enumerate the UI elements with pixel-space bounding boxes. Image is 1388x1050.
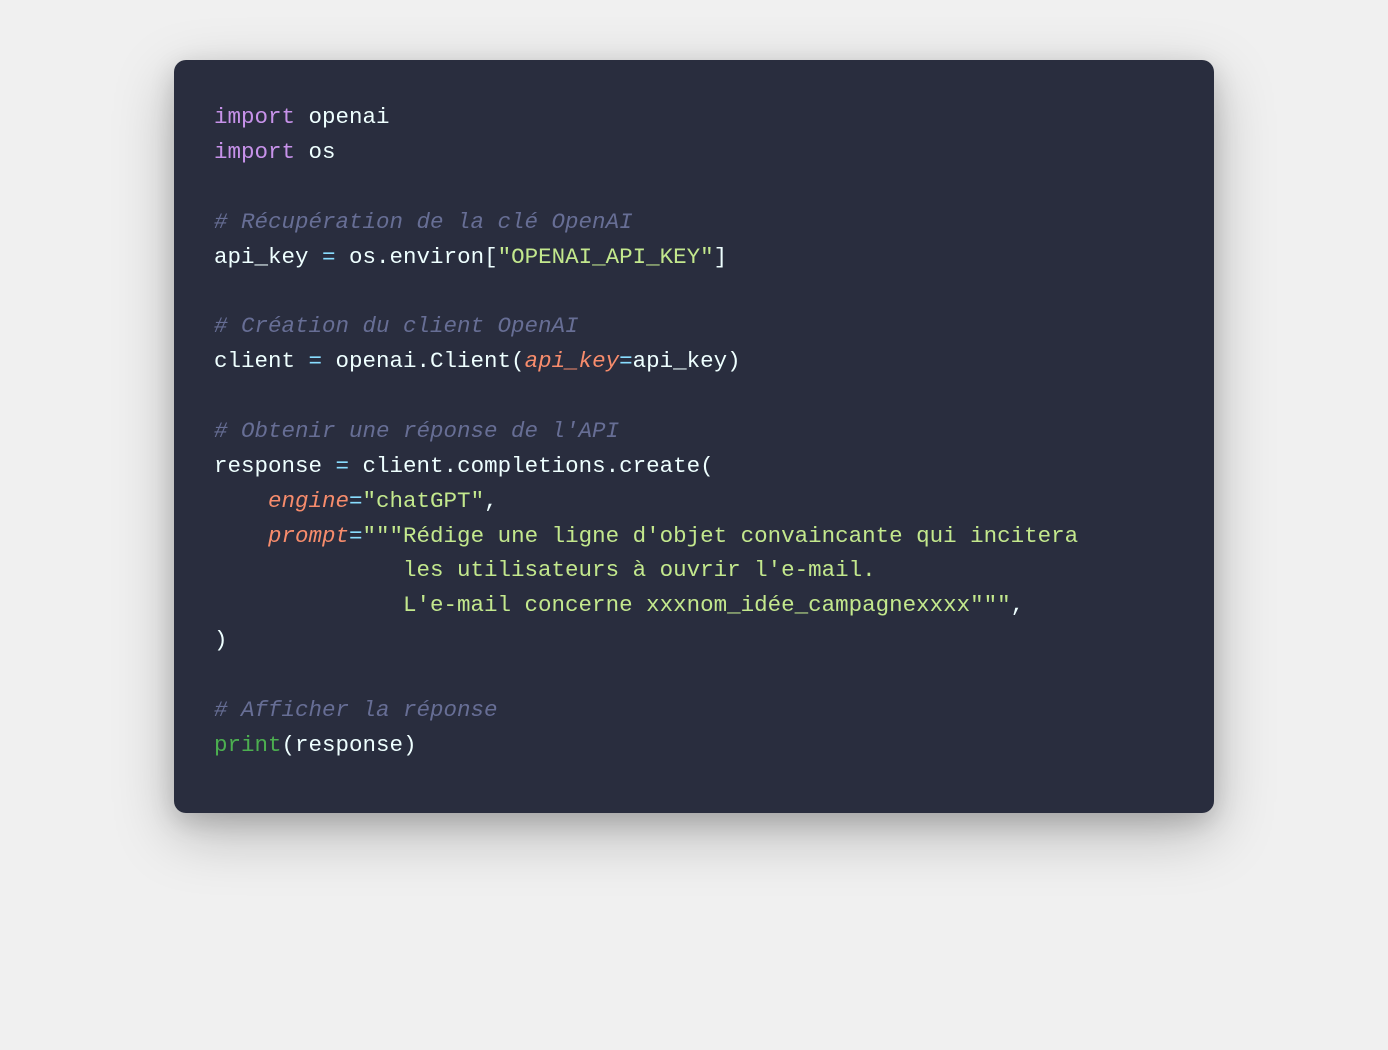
code-line: print(response) [214, 728, 1174, 763]
code-line: prompt="""Rédige une ligne d'objet conva… [214, 519, 1174, 554]
argument: api_key) [633, 348, 741, 374]
string-literal: L'e-mail concerne xxxnom_idée_campagnexx… [214, 592, 1011, 618]
operator: = [309, 348, 323, 374]
code-line-blank [214, 274, 1174, 309]
variable: api_key [214, 244, 322, 270]
comma: , [1011, 592, 1025, 618]
code-line: les utilisateurs à ouvrir l'e-mail. [214, 553, 1174, 588]
code-line: ) [214, 623, 1174, 658]
bracket: ] [714, 244, 728, 270]
expression: openai.Client( [322, 348, 525, 374]
expression: client.completions.create( [349, 453, 714, 479]
variable: client [214, 348, 309, 374]
argument: response [295, 732, 403, 758]
expression: os.environ[ [336, 244, 498, 270]
keyword-import: import [214, 104, 295, 130]
print-function: print [214, 732, 282, 758]
code-line: api_key = os.environ["OPENAI_API_KEY"] [214, 240, 1174, 275]
code-comment: # Création du client OpenAI [214, 309, 1174, 344]
keyword-import: import [214, 139, 295, 165]
operator: = [336, 453, 350, 479]
operator: = [349, 523, 363, 549]
code-line-blank [214, 170, 1174, 205]
operator: = [349, 488, 363, 514]
indent [214, 523, 268, 549]
code-line: L'e-mail concerne xxxnom_idée_campagnexx… [214, 588, 1174, 623]
code-comment: # Obtenir une réponse de l'API [214, 414, 1174, 449]
operator: = [619, 348, 633, 374]
variable: response [214, 453, 336, 479]
string-literal: """Rédige une ligne d'objet convaincante… [363, 523, 1079, 549]
parameter: engine [268, 488, 349, 514]
string-literal: les utilisateurs à ouvrir l'e-mail. [214, 557, 876, 583]
code-block: import openai import os # Récupération d… [174, 60, 1214, 813]
operator: = [322, 244, 336, 270]
code-comment: # Récupération de la clé OpenAI [214, 205, 1174, 240]
comma: , [484, 488, 498, 514]
string-literal: "OPENAI_API_KEY" [498, 244, 714, 270]
module-name: os [295, 139, 336, 165]
code-line: response = client.completions.create( [214, 449, 1174, 484]
code-line: client = openai.Client(api_key=api_key) [214, 344, 1174, 379]
paren-open: ( [282, 732, 296, 758]
parameter: prompt [268, 523, 349, 549]
paren-close: ) [214, 627, 228, 653]
code-line-blank [214, 658, 1174, 693]
code-line: import openai [214, 100, 1174, 135]
paren-close: ) [403, 732, 417, 758]
parameter: api_key [525, 348, 620, 374]
module-name: openai [295, 104, 390, 130]
code-line: import os [214, 135, 1174, 170]
code-line-blank [214, 379, 1174, 414]
string-literal: "chatGPT" [363, 488, 485, 514]
indent [214, 488, 268, 514]
code-comment: # Afficher la réponse [214, 693, 1174, 728]
code-line: engine="chatGPT", [214, 484, 1174, 519]
